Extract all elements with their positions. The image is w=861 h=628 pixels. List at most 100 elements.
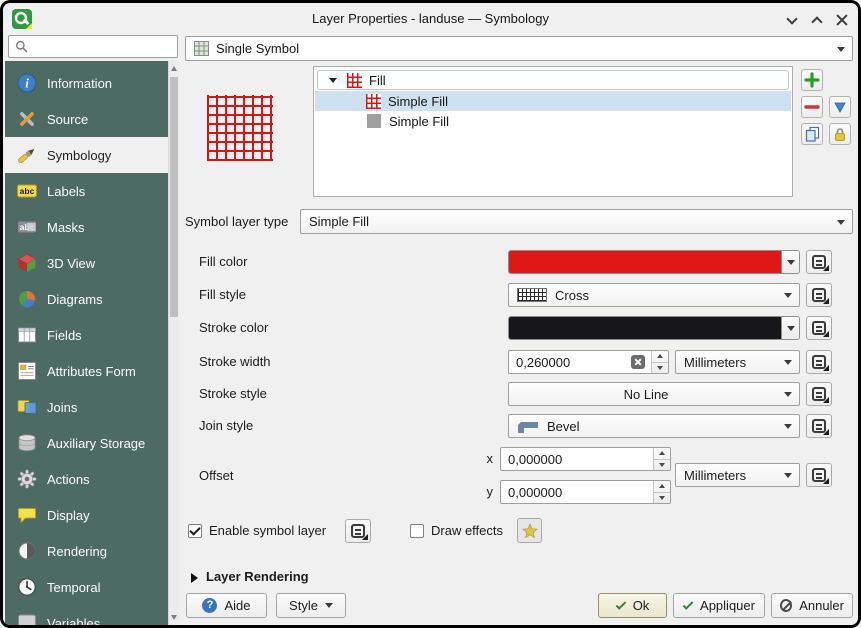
- spin-up-button[interactable]: [654, 448, 670, 460]
- cancel-button[interactable]: Annuler: [771, 593, 853, 618]
- enable-symbol-layer-override-button[interactable]: [345, 519, 371, 543]
- sidebar-item-variables[interactable]: Variables: [5, 605, 168, 625]
- offset-unit-combo[interactable]: Millimeters: [675, 463, 800, 487]
- fill-style-override-button[interactable]: [806, 283, 832, 307]
- draw-effects-label[interactable]: Draw effects: [431, 523, 503, 539]
- offset-override-button[interactable]: [806, 463, 832, 487]
- minimize-button[interactable]: [784, 12, 800, 28]
- draw-effects-checkbox[interactable]: [410, 524, 424, 538]
- scroll-down-icon[interactable]: [171, 615, 177, 620]
- offset-y-spinbox[interactable]: 0,000000: [500, 480, 671, 504]
- sidebar-item-label: Temporal: [47, 580, 100, 595]
- sidebar-item-rendering[interactable]: Rendering: [5, 533, 168, 569]
- sidebar-item-label: Fields: [47, 328, 82, 343]
- clear-value-icon[interactable]: [631, 355, 645, 369]
- spinner-arrows[interactable]: [653, 448, 670, 470]
- fill-style-combo[interactable]: Cross: [508, 283, 800, 307]
- enable-symbol-layer-label[interactable]: Enable symbol layer: [209, 523, 326, 539]
- sidebar-item-diagrams[interactable]: Diagrams: [5, 281, 168, 317]
- remove-symbol-layer-button[interactable]: [801, 96, 823, 118]
- sidebar-item-masks[interactable]: abc Masks: [5, 209, 168, 245]
- chevron-down-icon[interactable]: [781, 317, 799, 339]
- check-icon: [615, 599, 626, 610]
- symbol-layer-type-combo[interactable]: Simple Fill: [300, 209, 853, 234]
- layer-rendering-section-header[interactable]: Layer Rendering: [206, 569, 309, 585]
- sidebar-item-symbology[interactable]: Symbology: [5, 137, 168, 173]
- sidebar-item-auxiliary-storage[interactable]: Auxiliary Storage: [5, 425, 168, 461]
- join-style-combo[interactable]: Bevel: [508, 414, 800, 438]
- spin-up-button[interactable]: [652, 351, 668, 363]
- tree-row-fill[interactable]: Fill: [317, 70, 789, 90]
- sidebar-item-temporal[interactable]: Temporal: [5, 569, 168, 605]
- duplicate-symbol-layer-button[interactable]: [801, 123, 823, 145]
- tree-row-simple-fill-1[interactable]: Simple Fill: [315, 91, 791, 111]
- source-icon: [16, 108, 38, 130]
- stroke-style-override-button[interactable]: [806, 382, 832, 406]
- stroke-width-unit-combo[interactable]: Millimeters: [675, 350, 800, 374]
- spin-up-button[interactable]: [654, 481, 670, 493]
- stroke-color-button[interactable]: [508, 316, 800, 340]
- offset-x-spinbox[interactable]: 0,000000: [500, 447, 671, 471]
- sidebar-item-attributes-form[interactable]: Attributes Form: [5, 353, 168, 389]
- symbol-preview: [207, 95, 273, 161]
- rendering-icon: [16, 540, 38, 562]
- sidebar-item-display[interactable]: Display: [5, 497, 168, 533]
- stroke-style-combo[interactable]: No Line: [508, 382, 800, 406]
- stroke-color-swatch: [509, 317, 781, 339]
- search-input[interactable]: [33, 39, 171, 55]
- spin-down-button[interactable]: [652, 363, 668, 374]
- stroke-color-override-button[interactable]: [806, 316, 832, 340]
- fill-style-value: Cross: [555, 288, 589, 303]
- style-button-label: Style: [289, 598, 318, 613]
- layer-properties-window: Layer Properties - landuse — Symbology S…: [0, 0, 861, 628]
- sidebar-item-fields[interactable]: Fields: [5, 317, 168, 353]
- maximize-button[interactable]: [809, 12, 825, 28]
- join-style-override-button[interactable]: [806, 414, 832, 438]
- spinner-arrows[interactable]: [651, 351, 668, 373]
- customize-effects-button[interactable]: [517, 518, 542, 543]
- help-button[interactable]: ? Aide: [186, 593, 267, 618]
- sidebar-item-information[interactable]: i Information: [5, 65, 168, 101]
- renderer-combo[interactable]: Single Symbol: [185, 36, 853, 61]
- spinner-arrows[interactable]: [653, 481, 670, 503]
- menu-corner-icon: [823, 298, 829, 304]
- cancel-icon: [780, 599, 792, 612]
- sidebar-item-source[interactable]: Source: [5, 101, 168, 137]
- style-button[interactable]: Style: [276, 593, 346, 618]
- stroke-width-spinbox[interactable]: 0,260000: [508, 350, 669, 374]
- scroll-up-icon[interactable]: [171, 66, 177, 71]
- sidebar-item-joins[interactable]: Joins: [5, 389, 168, 425]
- expander-icon[interactable]: [329, 78, 337, 83]
- sidebar-item-labels[interactable]: abc Labels: [5, 173, 168, 209]
- spin-down-button[interactable]: [654, 493, 670, 504]
- close-icon: [836, 14, 848, 26]
- sidebar-item-actions[interactable]: Actions: [5, 461, 168, 497]
- spin-down-button[interactable]: [654, 460, 670, 471]
- close-button[interactable]: [834, 12, 850, 28]
- search-box[interactable]: [8, 35, 178, 58]
- apply-button[interactable]: Appliquer: [673, 593, 765, 618]
- sidebar-item-label: Joins: [47, 400, 77, 415]
- tree-row-simple-fill-2[interactable]: Simple Fill: [315, 111, 791, 131]
- expand-arrow-icon[interactable]: [191, 573, 198, 583]
- fill-color-button[interactable]: [508, 250, 800, 274]
- move-down-button[interactable]: [829, 96, 851, 118]
- stroke-width-label: Stroke width: [199, 354, 271, 370]
- tree-row-label: Simple Fill: [389, 114, 449, 129]
- enable-symbol-layer-checkbox[interactable]: [188, 524, 202, 538]
- masks-icon: abc: [16, 216, 38, 238]
- stroke-width-unit-value: Millimeters: [684, 355, 746, 370]
- menu-corner-icon: [362, 534, 368, 540]
- sidebar-scrollbar[interactable]: [168, 61, 179, 625]
- lock-color-button[interactable]: [829, 123, 851, 145]
- sidebar-item-3d-view[interactable]: 3D View: [5, 245, 168, 281]
- scrollbar-thumb[interactable]: [170, 77, 178, 317]
- chevron-down-icon[interactable]: [781, 251, 799, 273]
- titlebar[interactable]: Layer Properties - landuse — Symbology: [3, 3, 858, 35]
- offset-unit-value: Millimeters: [684, 468, 746, 483]
- fill-color-override-button[interactable]: [806, 250, 832, 274]
- add-symbol-layer-button[interactable]: [801, 69, 823, 91]
- ok-button[interactable]: Ok: [598, 593, 667, 618]
- fields-icon: [16, 324, 38, 346]
- stroke-width-override-button[interactable]: [806, 350, 832, 374]
